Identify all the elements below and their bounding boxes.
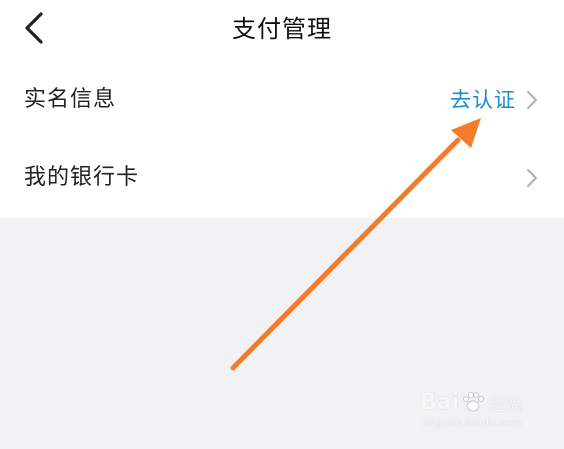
baidu-jingyan-watermark: Bai 经验 jingyan.baidu.com — [420, 387, 536, 435]
watermark-logo-prefix: Bai — [420, 389, 460, 415]
settings-list: 实名信息 去认证 我的银行卡 — [0, 62, 564, 218]
list-item-real-name-info[interactable]: 实名信息 去认证 — [0, 62, 564, 138]
watermark-logo: Bai 经验 — [420, 387, 523, 417]
nav-header: 支付管理 — [0, 0, 564, 62]
chevron-right-icon — [524, 90, 540, 110]
list-item-label: 我的银行卡 — [24, 165, 140, 190]
watermark-url: jingyan.baidu.com — [422, 418, 523, 429]
page-title: 支付管理 — [232, 15, 332, 43]
watermark-logo-suffix: 经验 — [489, 394, 524, 415]
payment-management-screen: 支付管理 实名信息 去认证 我的银行卡 Bai 经验 jingyan.baidu… — [0, 0, 564, 449]
paw-icon — [463, 392, 485, 412]
list-item-my-bank-card[interactable]: 我的银行卡 — [0, 138, 564, 218]
list-item-label: 实名信息 — [24, 87, 117, 112]
chevron-right-icon — [524, 168, 540, 188]
verify-link[interactable]: 去认证 — [450, 86, 516, 114]
